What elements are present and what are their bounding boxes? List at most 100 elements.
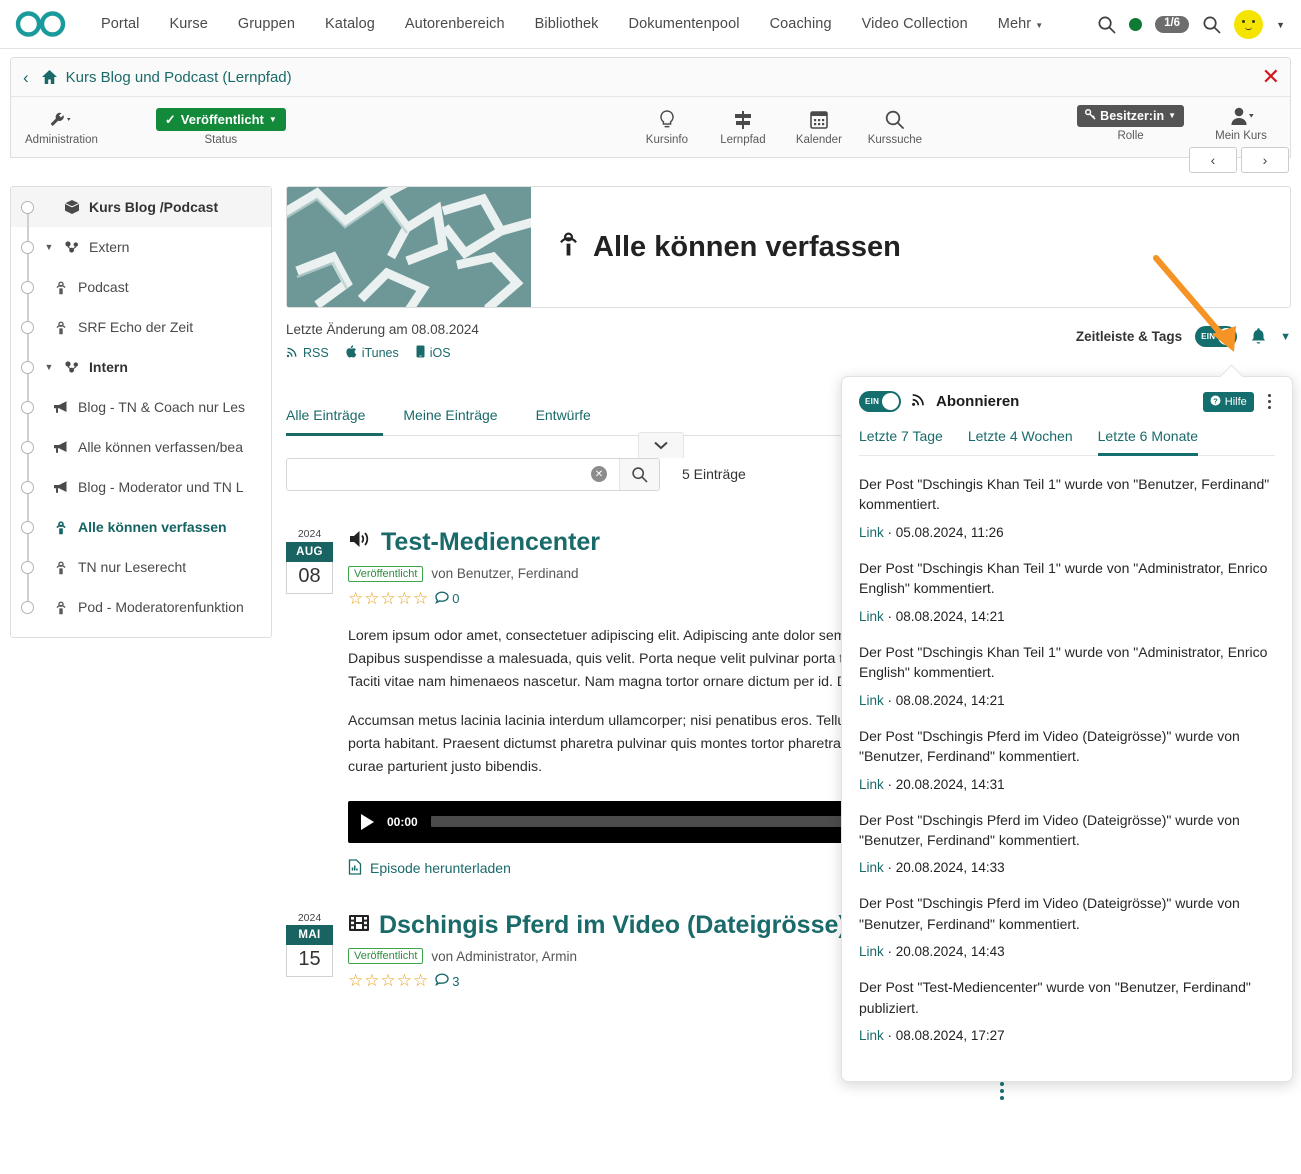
sidebar-item-blog-moderator-und-tn[interactable]: Blog - Moderator und TN L [11,467,271,507]
tab-alle-eintraege[interactable]: Alle Einträge [286,399,383,436]
tab-entwuerfe[interactable]: Entwürfe [536,399,609,436]
more-options-icon-below-panel[interactable] [1000,1082,1004,1100]
subscribe-toggle[interactable]: EIN [859,391,901,412]
home-icon[interactable] [41,69,58,85]
bell-icon[interactable] [1250,327,1267,346]
rating-stars[interactable]: ☆☆☆☆☆ [348,971,429,991]
tab-counter-badge[interactable]: 1/6 [1155,16,1189,33]
kalender-button[interactable]: Kalender [788,109,850,146]
tab-meine-eintraege[interactable]: Meine Einträge [403,399,515,436]
sidebar-item-label: Extern [89,239,129,255]
nav-coaching[interactable]: Coaching [755,10,847,38]
timeline-toggle[interactable]: EIN [1195,326,1237,347]
avatar[interactable] [1234,10,1263,39]
notification-link[interactable]: Link [859,693,884,708]
search-input[interactable] [287,459,579,490]
rss-link[interactable]: RSS [286,346,329,361]
sidebar-item-blog-tn-coach[interactable]: Blog - TN & Coach nur Les [11,387,271,427]
lernpfad-button[interactable]: Lernpfad [712,109,774,146]
notification-link[interactable]: Link [859,1028,884,1043]
ios-link[interactable]: iOS [416,345,451,361]
kursinfo-button[interactable]: Kursinfo [636,109,698,146]
sidebar-item-extern[interactable]: ▼ Extern [11,227,271,267]
chevron-down-icon[interactable]: ▼ [42,242,56,252]
nav-dokumentenpool[interactable]: Dokumentenpool [614,10,755,38]
nav-more[interactable]: Mehr▼ [983,10,1058,38]
tab-letzte-4-wochen[interactable]: Letzte 4 Wochen [968,428,1073,456]
play-icon[interactable] [361,814,374,830]
entry-date-badge: 2024 MAI 15 [286,912,333,992]
sidebar-item-kurs-blog-podcast[interactable]: Kurs Blog /Podcast [11,187,271,227]
notification-text: Der Post "Test-Mediencenter" wurde von "… [859,977,1275,1018]
sidebar-item-intern[interactable]: ▼ Intern [11,347,271,387]
nav-gruppen[interactable]: Gruppen [223,10,310,38]
sidebar-item-tn-nur-leserecht[interactable]: TN nur Leserecht [11,547,271,587]
chevron-down-icon: ▼ [1168,111,1176,121]
comment-count[interactable]: 0 [435,591,459,607]
chevron-down-icon[interactable]: ▼ [1276,20,1285,30]
nav-portal[interactable]: Portal [86,10,154,38]
more-options-icon[interactable] [1264,391,1275,412]
my-course-button[interactable]: Mein Kurs [1210,105,1272,142]
tree-node-circle [21,201,34,214]
sidebar-item-srf-echo-der-zeit[interactable]: SRF Echo der Zeit [11,307,271,347]
close-icon[interactable]: ✕ [1262,66,1280,88]
subscription-notification-panel: EIN Abonnieren ? Hilfe Letzte 7 Tage Let… [841,376,1293,1082]
expand-filters-button[interactable] [638,432,684,458]
breadcrumb-title[interactable]: Kurs Blog und Podcast (Lernpfad) [66,69,292,86]
notification-header: EIN Abonnieren ? Hilfe [859,391,1275,412]
nav-video-collection[interactable]: Video Collection [847,10,983,38]
back-button[interactable]: ‹ [23,69,29,86]
notification-item: Der Post "Dschingis Pferd im Video (Date… [859,726,1275,792]
notification-link[interactable]: Link [859,525,884,540]
kurssuche-button[interactable]: Kurssuche [864,109,926,146]
notification-link[interactable]: Link [859,860,884,875]
search-icon[interactable] [1097,15,1116,34]
pager-prev-button[interactable]: ‹ [1189,147,1237,173]
search-submit-button[interactable] [619,459,659,490]
apple-icon [346,345,357,361]
notification-date: 20.08.2024, 14:31 [896,777,1005,792]
check-icon: ✓ [165,112,176,128]
itunes-link[interactable]: iTunes [346,345,399,361]
nav-bibliothek[interactable]: Bibliothek [520,10,614,38]
help-button[interactable]: ? Hilfe [1203,392,1254,412]
chevron-down-icon[interactable]: ▼ [42,362,56,372]
tab-letzte-6-monate[interactable]: Letzte 6 Monate [1098,428,1198,456]
notification-link[interactable]: Link [859,609,884,624]
tree-node-circle [21,281,34,294]
podcast-cover-image [287,187,531,307]
tab-letzte-7-tage[interactable]: Letzte 7 Tage [859,428,943,456]
search-icon-secondary[interactable] [1202,15,1221,34]
chevron-down-icon[interactable]: ▼ [1280,331,1291,343]
nav-autorenbereich[interactable]: Autorenbereich [390,10,520,38]
sidebar-item-podcast[interactable]: Podcast [11,267,271,307]
sidebar-item-alle-koennen-verfassen[interactable]: Alle können verfassen [11,507,271,547]
chevron-down-icon: ▼ [269,115,277,125]
nav-katalog[interactable]: Katalog [310,10,390,38]
sidebar-item-alle-koennen-verfassen-bea[interactable]: Alle können verfassen/bea [11,427,271,467]
svg-text:?: ? [1213,396,1218,405]
nav-kurse[interactable]: Kurse [154,10,222,38]
sidebar-item-pod-moderatorenfunktion[interactable]: Pod - Moderatorenfunktion [11,587,271,627]
feed-links: RSS iTunes iOS [286,345,1291,361]
kurssuche-label: Kurssuche [868,134,922,146]
film-icon [348,912,370,940]
role-pill[interactable]: Besitzer:in ▼ [1077,105,1184,127]
clear-search-button[interactable]: ✕ [579,459,619,490]
comment-count[interactable]: 3 [435,973,459,989]
notification-link[interactable]: Link [859,777,884,792]
status-pill[interactable]: ✓ Veröffentlicht ▼ [156,108,286,132]
rating-stars[interactable]: ☆☆☆☆☆ [348,589,429,609]
file-download-icon [348,859,362,878]
sidebar-item-label: Blog - Moderator und TN L [78,479,244,495]
toolbar-center-group: Kursinfo Lernpfad Kalender Kurssuche [636,109,926,146]
pager-next-button[interactable]: › [1241,147,1289,173]
infinity-logo[interactable] [14,9,68,39]
status-label: Status [205,134,238,146]
group-icon [62,360,82,374]
status-button[interactable]: ✓ Veröffentlicht ▼ Status [156,108,286,147]
administration-button[interactable]: Administration [25,109,98,146]
notification-link[interactable]: Link [859,944,884,959]
role-button[interactable]: Besitzer:in ▼ Rolle [1077,105,1184,142]
